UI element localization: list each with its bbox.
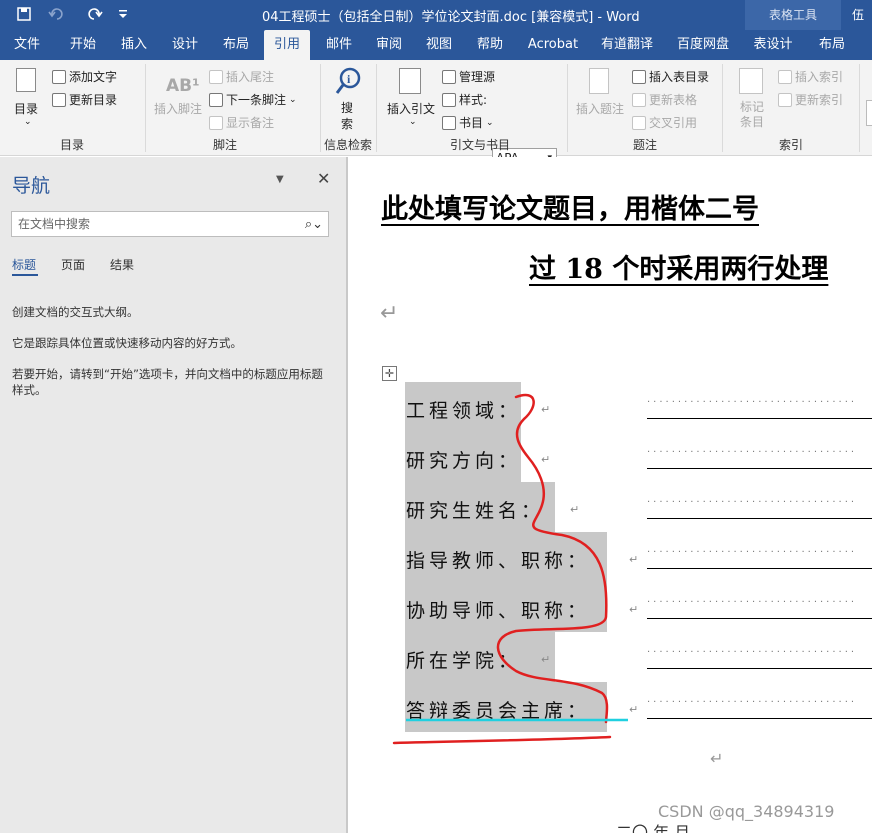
title-bar: 04工程硕士（包括全日制）学位论文封面.doc [兼容模式] - Word 表格… <box>0 0 872 30</box>
tab-baidu[interactable]: 百度网盘 <box>672 30 734 60</box>
show-notes-icon <box>209 115 223 130</box>
search-icon: i <box>335 66 363 96</box>
sources-icon <box>442 69 456 84</box>
csdn-watermark: CSDN @qq_34894319 <box>658 802 835 821</box>
footnote-icon: AB¹ <box>166 76 200 96</box>
mark-entry-icon <box>739 68 763 94</box>
tab-home[interactable]: 开始 <box>62 30 104 60</box>
nav-message-1: 创建文档的交互式大纲。 <box>12 305 139 319</box>
next-footnote-button[interactable]: 下一条脚注 ⌄ <box>209 91 297 108</box>
insert-citation-button[interactable]: 插入引文 <box>387 100 435 117</box>
divider <box>320 64 321 152</box>
tab-insert[interactable]: 插入 <box>113 30 155 60</box>
table-of-figures-icon <box>632 69 646 84</box>
citation-icon <box>399 68 421 94</box>
nav-message-2: 它是跟踪具体位置或快速移动内容的好方式。 <box>12 336 242 350</box>
divider <box>859 64 860 152</box>
update-toc-button[interactable]: 更新目录 <box>52 91 117 108</box>
chevron-down-icon[interactable]: ▼ <box>276 174 284 185</box>
insert-endnote-button[interactable]: 插入尾注 <box>209 68 274 85</box>
divider <box>376 64 377 152</box>
insert-table-of-figures-button[interactable]: 插入表目录 <box>632 68 709 85</box>
window-title: 04工程硕士（包括全日制）学位论文封面.doc [兼容模式] - Word <box>262 10 640 25</box>
tab-mailings[interactable]: 邮件 <box>318 30 360 60</box>
table-tools-label: 表格工具 <box>745 0 841 30</box>
active-tab-underline <box>12 274 38 276</box>
redo-icon[interactable] <box>84 4 106 24</box>
group-label-research: 信息检索 <box>323 138 372 152</box>
undo-icon[interactable] <box>44 4 74 24</box>
insert-index-icon <box>778 69 792 84</box>
update-icon <box>52 92 66 107</box>
divider <box>145 64 146 152</box>
insert-index-button[interactable]: 插入索引 <box>778 68 843 85</box>
mark-entry-button[interactable]: 标记条目 <box>740 100 766 130</box>
divider <box>722 64 723 152</box>
cross-reference-button[interactable]: 交叉引用 <box>632 114 697 131</box>
update-table-icon <box>632 92 646 107</box>
group-label-toc: 目录 <box>59 138 84 152</box>
tab-results[interactable]: 结果 <box>110 256 134 273</box>
tab-acrobat[interactable]: Acrobat <box>524 30 582 60</box>
insert-caption-button[interactable]: 插入题注 <box>576 100 624 117</box>
tab-file[interactable]: 文件 <box>6 30 48 60</box>
tab-pages[interactable]: 页面 <box>61 256 85 273</box>
update-table-button[interactable]: 更新表格 <box>632 91 697 108</box>
style-label: 样式: <box>442 91 487 108</box>
annotation-strokes <box>392 393 628 745</box>
customize-toolbar-icon[interactable] <box>116 4 130 24</box>
update-index-button[interactable]: 更新索引 <box>778 91 843 108</box>
tab-help[interactable]: 帮助 <box>469 30 511 60</box>
next-footnote-icon <box>209 92 223 107</box>
endnote-icon <box>209 69 223 84</box>
caption-icon <box>589 68 609 94</box>
search-button[interactable]: 搜索 <box>341 100 355 132</box>
update-index-icon <box>778 92 792 107</box>
tab-layout[interactable]: 布局 <box>215 30 257 60</box>
add-text-button[interactable]: 添加文字 <box>52 68 117 85</box>
document-area[interactable]: 此处填写论文题目，用楷体二号 过 18 个时采用两行处理 ↵ ✛ 工程领域： 研… <box>348 157 872 833</box>
divider <box>567 64 568 152</box>
toc-button[interactable]: 目录 <box>14 100 38 117</box>
group-label-citation: 引文与书目 <box>449 138 510 152</box>
show-notes-button[interactable]: 显示备注 <box>209 114 274 131</box>
bibliography-button[interactable]: 书目 ⌄ <box>442 114 494 131</box>
ribbon-tabs: 文件 开始 插入 设计 布局 引用 邮件 审阅 视图 帮助 Acrobat 有道… <box>0 30 872 60</box>
add-text-icon <box>52 69 66 84</box>
tab-youdao[interactable]: 有道翻译 <box>596 30 658 60</box>
svg-text:i: i <box>347 72 351 86</box>
close-icon[interactable]: ✕ <box>317 169 330 188</box>
group-label-index: 索引 <box>778 138 803 152</box>
chevron-down-icon[interactable]: ⌄ <box>409 117 417 127</box>
tab-headings[interactable]: 标题 <box>12 256 36 273</box>
manage-sources-button[interactable]: 管理源 <box>442 68 495 85</box>
bibliography-icon <box>442 115 456 130</box>
insert-footnote-button[interactable]: 插入脚注 <box>154 100 202 117</box>
ribbon: 目录 ⌄ 添加文字 更新目录 目录 AB¹ 插入脚注 插入尾注 下一条脚注 ⌄ 显… <box>0 60 872 169</box>
toc-icon <box>16 68 36 92</box>
tab-table-design[interactable]: 表设计 <box>748 30 798 60</box>
nav-pane-title: 导航 <box>12 175 51 197</box>
chevron-down-icon[interactable]: ⌄ <box>24 117 32 127</box>
nav-search-input[interactable]: 在文档中搜索 ⌕⌄ <box>11 211 329 237</box>
table-of-authorities-icon[interactable] <box>866 100 872 126</box>
tab-view[interactable]: 视图 <box>418 30 460 60</box>
search-icon[interactable]: ⌕⌄ <box>305 213 323 237</box>
group-label-footnote: 脚注 <box>212 138 237 152</box>
user-name[interactable]: 伍 <box>852 6 864 23</box>
tab-references[interactable]: 引用 <box>264 30 310 60</box>
navigation-pane: 导航 ▼ ✕ 在文档中搜索 ⌕⌄ 标题 页面 结果 创建文档的交互式大纲。 它是… <box>0 157 347 833</box>
tab-table-layout[interactable]: 布局 <box>812 30 852 60</box>
group-label-caption: 题注 <box>632 138 657 152</box>
tab-design[interactable]: 设计 <box>164 30 206 60</box>
style-icon <box>442 92 456 107</box>
cross-reference-icon <box>632 115 646 130</box>
tab-review[interactable]: 审阅 <box>368 30 410 60</box>
nav-message-3: 若要开始，请转到“开始”选项卡，并向文档中的标题应用标题样式。 <box>12 367 323 397</box>
save-icon[interactable] <box>12 4 36 24</box>
